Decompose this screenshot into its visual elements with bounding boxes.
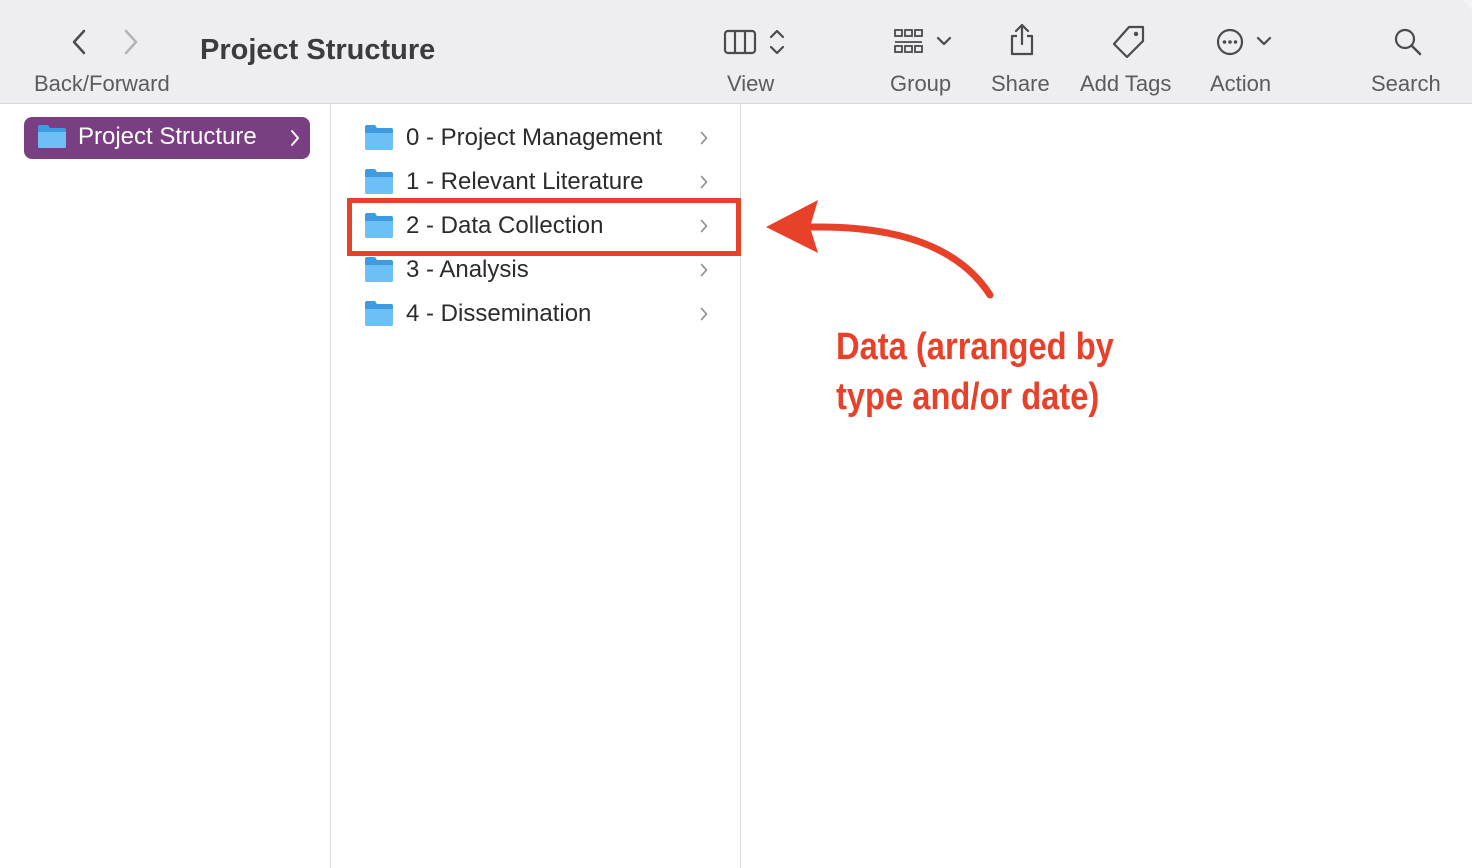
folder-row[interactable]: 3 - Analysis — [364, 250, 714, 290]
search-label: Search — [1371, 71, 1441, 96]
action-icon[interactable] — [1215, 27, 1277, 67]
toolbar: Back/Forward Project Structure View Grou… — [0, 0, 1472, 104]
folder-row-label: 0 - Project Management — [406, 124, 663, 151]
share-icon[interactable] — [1008, 22, 1036, 62]
column1-item-project-structure[interactable]: Project Structure — [24, 117, 310, 159]
search-icon[interactable] — [1393, 27, 1423, 67]
column-1: Project Structure — [0, 104, 331, 868]
back-icon[interactable] — [68, 28, 92, 68]
group-icon[interactable] — [893, 27, 963, 67]
window-title: Project Structure — [200, 34, 436, 66]
annotation-line-1: Data (arranged by — [836, 326, 1114, 368]
chevron-right-icon — [700, 263, 708, 282]
annotation-text: Data (arranged by type and/or date) — [836, 322, 1197, 422]
folder-row-label: 3 - Analysis — [406, 256, 529, 283]
nav-label: Back/Forward — [34, 71, 170, 96]
folder-icon — [364, 255, 394, 288]
folder-row[interactable]: 4 - Dissemination — [364, 294, 714, 334]
tags-label: Add Tags — [1080, 71, 1172, 96]
action-label: Action — [1210, 71, 1272, 96]
column-view-icon[interactable] — [723, 27, 793, 67]
folder-row[interactable]: 1 - Relevant Literature — [364, 162, 714, 202]
annotation-line-2: type and/or date) — [836, 376, 1100, 418]
chevron-right-icon — [290, 129, 300, 152]
chevron-right-icon — [700, 131, 708, 150]
group-label: Group — [890, 71, 952, 96]
annotation-arrow-icon — [760, 195, 1010, 310]
folder-icon — [37, 123, 67, 154]
forward-icon[interactable] — [118, 28, 142, 68]
finder-window: Back/Forward Project Structure View Grou… — [0, 0, 1472, 868]
chevron-right-icon — [700, 175, 708, 194]
folder-icon — [364, 299, 394, 332]
folder-row-label: 1 - Relevant Literature — [406, 168, 644, 195]
folder-row-label: 4 - Dissemination — [406, 300, 592, 327]
tag-icon[interactable] — [1111, 24, 1147, 64]
folder-row[interactable]: 0 - Project Management — [364, 118, 714, 158]
column1-item-label: Project Structure — [78, 123, 257, 150]
highlight-box — [347, 198, 741, 256]
chevron-right-icon — [700, 307, 708, 326]
view-label: View — [727, 71, 775, 96]
folder-icon — [364, 123, 394, 156]
folder-icon — [364, 167, 394, 200]
share-label: Share — [991, 71, 1050, 96]
